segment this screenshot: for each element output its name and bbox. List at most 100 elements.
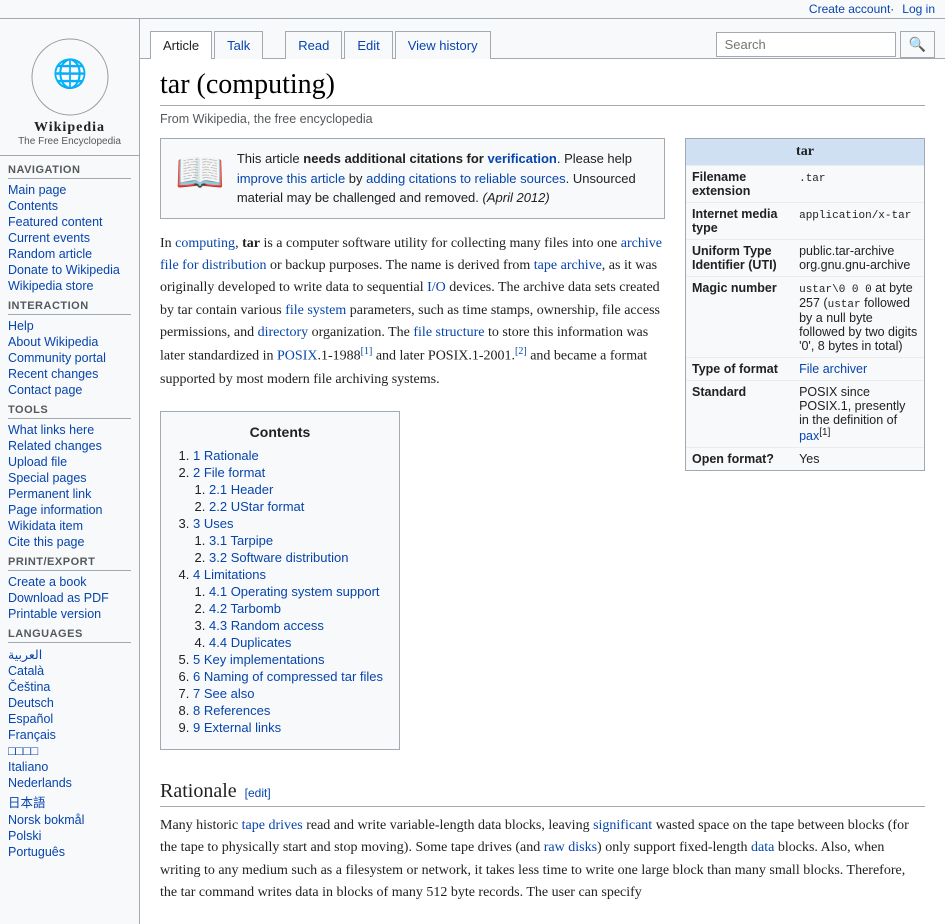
toc-sublist-2: 2.1 Header 2.2 UStar format [209, 482, 383, 514]
sidebar-item-lang-nb[interactable]: Norsk bokmål [8, 812, 131, 828]
tools-title: Tools [8, 404, 131, 419]
sidebar-item-featured[interactable]: Featured content [8, 214, 131, 230]
log-in-link[interactable]: Log in [902, 2, 935, 16]
computing-link[interactable]: computing [175, 236, 235, 251]
sidebar-item-page-info[interactable]: Page information [8, 502, 131, 518]
sidebar-item-wikidata[interactable]: Wikidata item [8, 518, 131, 534]
sidebar-item-lang-ja-sq[interactable]: □□□□ [8, 743, 131, 759]
sidebar-item-printable[interactable]: Printable version [8, 606, 131, 622]
significant-link[interactable]: significant [593, 818, 652, 833]
toc-item-4[interactable]: 4 Limitations 4.1 Operating system suppo… [193, 567, 383, 650]
sidebar-item-lang-es[interactable]: Español [8, 711, 131, 727]
toc-item-9[interactable]: 9 External links [193, 720, 383, 735]
improve-article-link[interactable]: improve this article [237, 171, 345, 186]
sidebar-item-lang-it[interactable]: Italiano [8, 759, 131, 775]
sidebar-item-related-changes[interactable]: Related changes [8, 438, 131, 454]
languages-section: Languages العربية Català Čeština Deutsch… [0, 628, 139, 860]
toc-item-4-3[interactable]: 4.3 Random access [209, 618, 383, 633]
posix-link[interactable]: POSIX [277, 349, 317, 364]
sidebar-item-donate[interactable]: Donate to Wikipedia [8, 262, 131, 278]
table-of-contents: Contents 1 Rationale 2 File format 2.1 H… [160, 411, 400, 750]
verification-link[interactable]: verification [487, 151, 556, 166]
sidebar-item-permanent-link[interactable]: Permanent link [8, 486, 131, 502]
search-button[interactable]: 🔍 [900, 31, 935, 58]
create-account-link[interactable]: Create account [809, 2, 890, 16]
toc-item-8[interactable]: 8 References [193, 703, 383, 718]
sidebar-item-what-links[interactable]: What links here [8, 422, 131, 438]
print-export-title: Print/export [8, 556, 131, 571]
toc-list: 1 Rationale 2 File format 2.1 Header 2.2… [193, 448, 383, 735]
sidebar-item-contact[interactable]: Contact page [8, 382, 131, 398]
sidebar-item-main-page[interactable]: Main page [8, 182, 131, 198]
tab-talk[interactable]: Talk [214, 31, 263, 59]
sidebar-item-create-book[interactable]: Create a book [8, 574, 131, 590]
adding-citations-link[interactable]: adding citations to reliable sources [366, 171, 565, 186]
tab-read[interactable]: Read [285, 31, 342, 59]
toc-item-3-2[interactable]: 3.2 Software distribution [209, 550, 383, 565]
sidebar-item-lang-ar[interactable]: العربية [8, 646, 131, 663]
sidebar-item-upload-file[interactable]: Upload file [8, 454, 131, 470]
toc-item-6[interactable]: 6 Naming of compressed tar files [193, 669, 383, 684]
search-input[interactable] [716, 32, 896, 57]
sidebar-item-community[interactable]: Community portal [8, 350, 131, 366]
infobox-row-open: Open format? Yes [686, 448, 924, 471]
infobox-value-type: File archiver [793, 358, 924, 381]
tab-article[interactable]: Article [150, 31, 212, 59]
infobox: tar Filename extension .tar Internet med… [685, 138, 925, 471]
sidebar-item-special-pages[interactable]: Special pages [8, 470, 131, 486]
tape-archive-link[interactable]: tape archive [534, 258, 602, 273]
sidebar-item-recent[interactable]: Recent changes [8, 366, 131, 382]
warning-text: This article needs additional citations … [237, 149, 650, 208]
tape-drives-link[interactable]: tape drives [242, 818, 303, 833]
warning-icon: 📖 [175, 149, 225, 196]
toc-sublist-3: 3.1 Tarpipe 3.2 Software distribution [209, 533, 383, 565]
sidebar-item-lang-nl[interactable]: Nederlands [8, 775, 131, 791]
sidebar-item-store[interactable]: Wikipedia store [8, 278, 131, 294]
toc-item-3-1[interactable]: 3.1 Tarpipe [209, 533, 383, 548]
toc-item-4-2[interactable]: 4.2 Tarbomb [209, 601, 383, 616]
sidebar-item-download-pdf[interactable]: Download as PDF [8, 590, 131, 606]
toc-item-2[interactable]: 2 File format 2.1 Header 2.2 UStar forma… [193, 465, 383, 514]
sidebar-item-help[interactable]: Help [8, 318, 131, 334]
main-content: Article Talk Read Edit View history 🔍 ta… [140, 19, 945, 924]
sidebar-item-cite[interactable]: Cite this page [8, 534, 131, 550]
raw-disks-link[interactable]: raw disks [544, 840, 597, 855]
navigation-title: Navigation [8, 164, 131, 179]
toc-item-1[interactable]: 1 Rationale [193, 448, 383, 463]
directory-link[interactable]: directory [258, 325, 309, 340]
toc-item-3[interactable]: 3 Uses 3.1 Tarpipe 3.2 Software distribu… [193, 516, 383, 565]
sidebar-item-lang-pl[interactable]: Polski [8, 828, 131, 844]
tab-edit[interactable]: Edit [344, 31, 392, 59]
infobox-label-media: Internet media type [686, 203, 793, 240]
infobox-label-standard: Standard [686, 381, 793, 448]
infobox-value-standard: POSIX since POSIX.1, presently in the de… [793, 381, 924, 448]
tab-view-history[interactable]: View history [395, 31, 491, 59]
toc-item-2-1[interactable]: 2.1 Header [209, 482, 383, 497]
sidebar-item-lang-ca[interactable]: Català [8, 663, 131, 679]
sidebar-item-about[interactable]: About Wikipedia [8, 334, 131, 350]
toc-item-4-4[interactable]: 4.4 Duplicates [209, 635, 383, 650]
toc-item-5[interactable]: 5 Key implementations [193, 652, 383, 667]
toc-item-4-1[interactable]: 4.1 Operating system support [209, 584, 383, 599]
toc-item-7[interactable]: 7 See also [193, 686, 383, 701]
print-export-section: Print/export Create a book Download as P… [0, 556, 139, 622]
io-link[interactable]: I/O [427, 280, 446, 295]
sidebar-item-lang-fr[interactable]: Français [8, 727, 131, 743]
infobox-value-uti: public.tar-archive org.gnu.gnu-archive [793, 240, 924, 277]
sidebar-item-lang-ja[interactable]: 日本語 [8, 791, 131, 812]
article-subtitle: From Wikipedia, the free encyclopedia [160, 112, 925, 126]
sidebar-item-lang-cs[interactable]: Čeština [8, 679, 131, 695]
rationale-edit-link[interactable]: [edit] [245, 786, 271, 800]
sidebar-item-lang-de[interactable]: Deutsch [8, 695, 131, 711]
sidebar-item-random[interactable]: Random article [8, 246, 131, 262]
sidebar-item-contents[interactable]: Contents [8, 198, 131, 214]
toc-item-2-2[interactable]: 2.2 UStar format [209, 499, 383, 514]
sidebar: 🌐 Wikipedia The Free Encyclopedia Naviga… [0, 19, 140, 924]
interaction-title: Interaction [8, 300, 131, 315]
file-system-link[interactable]: file system [285, 303, 346, 318]
data-blocks-link[interactable]: data [751, 840, 774, 855]
file-structure-link[interactable]: file structure [413, 325, 484, 340]
sidebar-item-lang-pt[interactable]: Português [8, 844, 131, 860]
tools-section: Tools What links here Related changes Up… [0, 404, 139, 550]
sidebar-item-current-events[interactable]: Current events [8, 230, 131, 246]
